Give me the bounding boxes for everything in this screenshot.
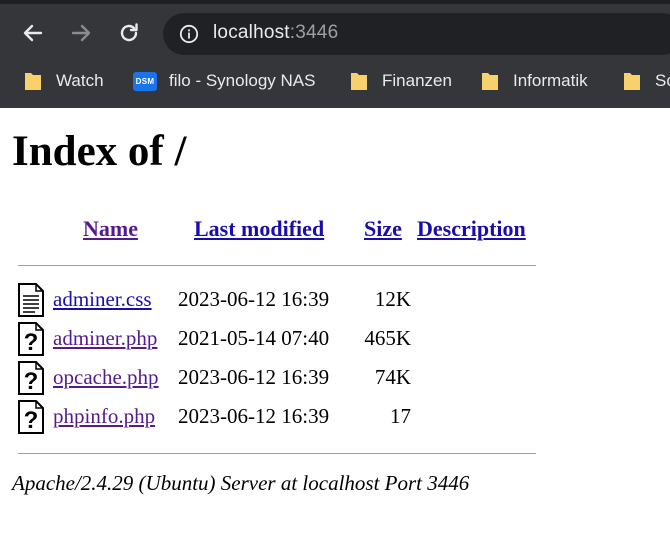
file-modified: 2021-05-14 07:40 <box>178 326 330 350</box>
bookmark-label: Watch <box>56 71 104 90</box>
file-size: 12K <box>374 287 411 311</box>
file-link-opcache-php[interactable]: opcache.php <box>53 365 159 390</box>
column-header-name[interactable]: Name <box>83 216 138 242</box>
footer-divider <box>18 453 536 454</box>
address-bar[interactable]: localhost:3446 <box>163 13 670 55</box>
back-arrow-icon <box>23 24 43 42</box>
column-header-description[interactable]: Description <box>417 216 526 242</box>
forward-arrow-icon <box>71 24 91 42</box>
forward-button[interactable] <box>66 18 96 48</box>
bookmarks-bar: Watch DSM filo - Synology NAS Finanzen I… <box>0 62 670 100</box>
folder-icon <box>624 73 640 90</box>
file-modified: 2023-06-12 16:39 <box>178 404 330 428</box>
back-button[interactable] <box>18 18 48 48</box>
header-divider <box>18 265 536 266</box>
page-content: Index of / Name Last modified Size Descr… <box>0 108 670 552</box>
column-header-size[interactable]: Size <box>364 216 402 242</box>
reload-button[interactable] <box>114 18 144 48</box>
unknown-file-icon: ? <box>18 322 44 356</box>
file-size: 465K <box>364 326 411 350</box>
table-row: ? phpinfo.php 2023-06-12 16:39 17 <box>0 400 560 438</box>
folder-icon <box>25 73 41 90</box>
page-title: Index of / <box>12 128 187 175</box>
svg-text:?: ? <box>24 407 39 434</box>
folder-icon <box>351 73 367 90</box>
svg-text:?: ? <box>24 368 39 395</box>
tab-strip-edge <box>0 0 670 4</box>
file-link-adminer-css[interactable]: adminer.css <box>53 287 152 312</box>
bookmark-label: Sc <box>655 71 670 90</box>
url-text[interactable]: localhost:3446 <box>213 22 338 44</box>
dsm-icon: DSM <box>133 71 157 91</box>
url-port: :3446 <box>289 22 339 43</box>
bookmark-finanzen[interactable]: Finanzen <box>350 62 452 100</box>
svg-text:?: ? <box>24 329 39 356</box>
table-row: ? opcache.php 2023-06-12 16:39 74K <box>0 361 560 399</box>
file-modified: 2023-06-12 16:39 <box>178 365 330 389</box>
bookmark-synology[interactable]: DSM filo - Synology NAS <box>133 62 315 100</box>
bookmark-informatik[interactable]: Informatik <box>481 62 588 100</box>
unknown-file-icon: ? <box>18 400 44 434</box>
bookmark-label: filo - Synology NAS <box>169 71 316 90</box>
file-link-adminer-php[interactable]: adminer.php <box>53 326 157 351</box>
bookmark-sc[interactable]: Sc <box>623 62 670 100</box>
file-link-phpinfo-php[interactable]: phpinfo.php <box>53 404 155 429</box>
bookmark-label: Finanzen <box>382 71 452 90</box>
column-header-last-modified[interactable]: Last modified <box>194 216 324 242</box>
browser-toolbar: localhost:3446 Watch DSM filo - Synology… <box>0 0 670 108</box>
server-signature: Apache/2.4.29 (Ubuntu) Server at localho… <box>12 471 470 495</box>
text-file-icon <box>18 283 44 317</box>
file-size: 74K <box>374 365 411 389</box>
bookmark-watch[interactable]: Watch <box>24 62 104 100</box>
table-row: ? adminer.php 2021-05-14 07:40 465K <box>0 322 560 360</box>
url-host: localhost <box>213 22 290 43</box>
reload-icon <box>120 23 138 42</box>
folder-icon <box>482 73 498 90</box>
table-row: adminer.css 2023-06-12 16:39 12K <box>0 283 560 321</box>
bookmark-label: Informatik <box>513 71 588 90</box>
site-info-icon[interactable] <box>179 24 199 44</box>
file-modified: 2023-06-12 16:39 <box>178 287 330 311</box>
unknown-file-icon: ? <box>18 361 44 395</box>
file-size: 17 <box>390 404 411 428</box>
